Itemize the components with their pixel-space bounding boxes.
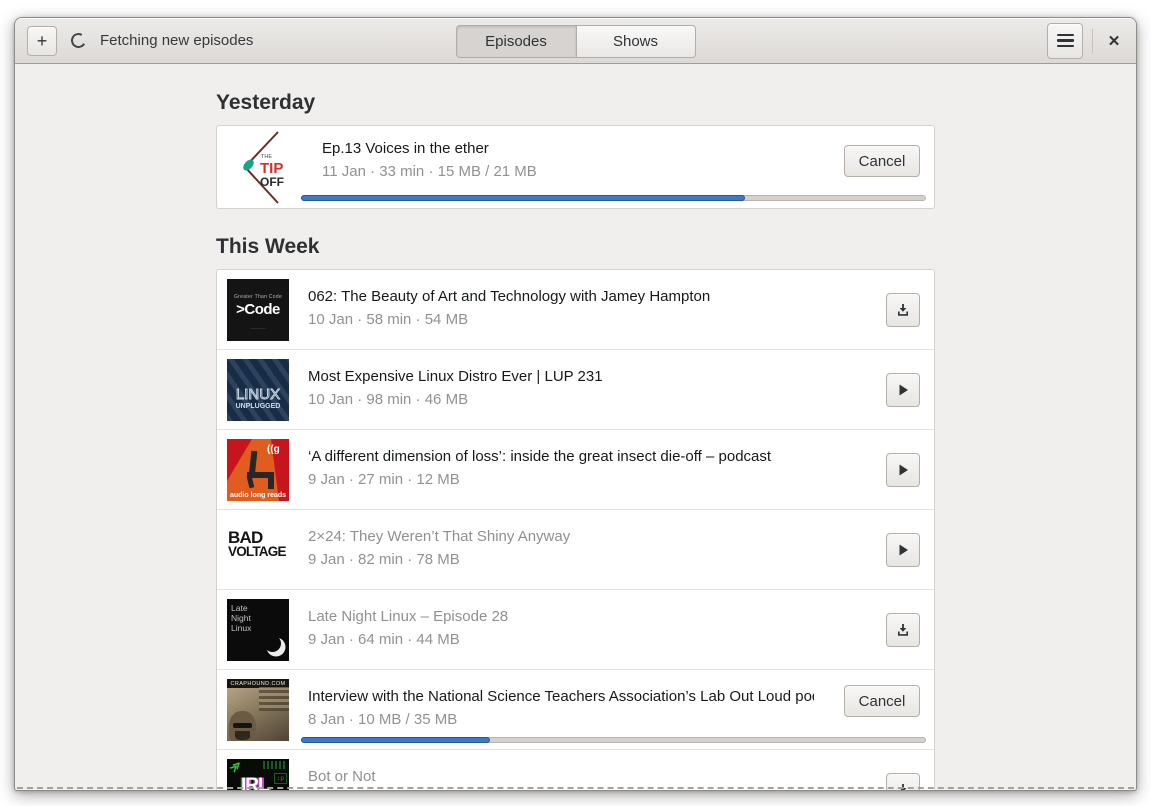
crescent-moon-icon <box>264 635 286 657</box>
download-progress-fill <box>301 195 746 201</box>
svg-text:OFF: OFF <box>260 175 284 189</box>
episode-action <box>886 373 920 407</box>
tab-shows[interactable]: Shows <box>575 25 696 58</box>
cancel-download-button[interactable]: Cancel <box>844 685 920 717</box>
svg-text:UNPLUGGED: UNPLUGGED <box>236 403 281 410</box>
episode-artwork-audio-long-reads: ((g audio long reads <box>227 439 289 501</box>
download-progressbar <box>301 195 926 201</box>
episode-meta: 9 Jan · 82 min · 78 MB <box>308 551 460 568</box>
svg-text:audio long reads: audio long reads <box>230 492 286 499</box>
close-button[interactable]: ✕ <box>1102 29 1126 53</box>
episode-title: ‘A different dimension of loss’: inside … <box>308 448 772 465</box>
svg-text:LINUX: LINUX <box>236 386 280 403</box>
episode-info: 062: The Beauty of Art and Technology wi… <box>308 270 934 349</box>
download-icon <box>898 624 908 636</box>
episode-artwork-linux-unplugged: LINUX UNPLUGGED <box>227 359 289 421</box>
cancel-download-button[interactable]: Cancel <box>844 145 920 177</box>
episode-row[interactable]: LINUX UNPLUGGED Most Expensive Linux Dis… <box>217 350 934 430</box>
episode-artwork-craphound: CRAPHOUND.COM <box>227 679 289 741</box>
header-right-group: ✕ <box>1047 18 1126 63</box>
episode-info: Bot or Not <box>308 750 934 790</box>
download-button[interactable] <box>886 613 920 647</box>
add-podcast-button[interactable]: + <box>27 25 57 56</box>
play-button[interactable] <box>886 373 920 407</box>
episode-title: Interview with the National Science Teac… <box>308 688 814 705</box>
section-heading-yesterday: Yesterday <box>216 91 316 114</box>
episode-meta: 10 Jan · 58 min · 54 MB <box>308 311 469 328</box>
episode-row[interactable]: ((g audio long reads ‘A different dimens… <box>217 430 934 510</box>
tab-episodes[interactable]: Episodes <box>455 25 576 58</box>
menu-button[interactable] <box>1047 22 1083 59</box>
header-bar: + Fetching new episodes Episodes Shows ✕ <box>15 18 1136 64</box>
yesterday-card: THE TIP OFF Ep.13 Voices in the ether 11… <box>216 125 935 209</box>
episode-meta: 9 Jan · 64 min · 44 MB <box>308 631 460 648</box>
episode-row[interactable]: Late Night Linux Late Night Linux – Epis… <box>217 590 934 670</box>
episodes-view: Yesterday THE TIP OFF Ep.13 Voices in th… <box>15 64 1136 790</box>
episode-row[interactable]: BAD VOLTAGE 2×24: They Weren’t That Shin… <box>217 510 934 590</box>
app-window: + Fetching new episodes Episodes Shows ✕… <box>14 17 1137 791</box>
section-heading-this-week: This Week <box>216 235 320 258</box>
episode-info: 2×24: They Weren’t That Shiny Anyway 9 J… <box>308 510 934 589</box>
play-icon <box>899 384 908 396</box>
episode-row[interactable]: CRAPHOUND.COM Interview with the Nationa… <box>217 670 934 750</box>
episode-artwork-bad-voltage: BAD VOLTAGE <box>227 519 289 581</box>
episode-title: 2×24: They Weren’t That Shiny Anyway <box>308 528 571 545</box>
play-icon <box>899 544 908 556</box>
spinner-icon <box>69 31 88 50</box>
audio-long-reads-logo-icon: ((g audio long reads <box>227 439 289 501</box>
episode-row[interactable]: Greater Than Code >Code _______ 062: The… <box>217 270 934 350</box>
status-text: Fetching new episodes <box>100 32 254 49</box>
episode-title: Bot or Not <box>308 768 376 785</box>
episode-action: Cancel <box>844 145 920 177</box>
portrait-icon <box>229 711 256 741</box>
hamburger-icon <box>1056 33 1074 37</box>
episode-row[interactable]: THE TIP OFF Ep.13 Voices in the ether 11… <box>217 126 934 208</box>
download-icon <box>898 304 908 316</box>
episode-title: Ep.13 Voices in the ether <box>322 140 489 157</box>
header-left-group: + Fetching new episodes <box>27 18 253 63</box>
linux-unplugged-logo-icon: LINUX UNPLUGGED <box>235 386 281 410</box>
episode-action <box>886 453 920 487</box>
guardian-logo-icon: ((g <box>267 444 280 455</box>
episode-meta: 11 Jan · 33 min · 15 MB / 21 MB <box>322 163 537 180</box>
download-button[interactable] <box>886 293 920 327</box>
episode-info: ‘A different dimension of loss’: inside … <box>308 430 934 509</box>
this-week-card: Greater Than Code >Code _______ 062: The… <box>216 269 935 790</box>
play-icon <box>899 464 908 476</box>
play-button[interactable] <box>886 533 920 567</box>
episode-action <box>886 613 920 647</box>
view-switcher: Episodes Shows <box>455 25 696 58</box>
resize-dashed-line <box>17 787 1134 789</box>
play-button[interactable] <box>886 453 920 487</box>
episode-artwork-the-tip-off: THE TIP OFF <box>225 128 303 206</box>
episode-title: Late Night Linux – Episode 28 <box>308 608 509 625</box>
episodes-column: Yesterday THE TIP OFF Ep.13 Voices in th… <box>216 91 935 790</box>
episode-meta: 9 Jan · 27 min · 12 MB <box>308 471 460 488</box>
episode-info: Most Expensive Linux Distro Ever | LUP 2… <box>308 350 934 429</box>
episode-info: Late Night Linux – Episode 28 9 Jan · 64… <box>308 590 934 669</box>
episode-artwork-late-night-linux: Late Night Linux <box>227 599 289 661</box>
episode-action <box>886 533 920 567</box>
episode-action: Cancel <box>844 685 920 717</box>
download-progress-fill <box>301 737 490 743</box>
episode-title: 062: The Beauty of Art and Technology wi… <box>308 288 711 305</box>
header-separator <box>1092 28 1093 53</box>
episode-action <box>886 293 920 327</box>
episode-artwork-greater-than-code: Greater Than Code >Code _______ <box>227 279 289 341</box>
episode-title: Most Expensive Linux Distro Ever | LUP 2… <box>308 368 603 385</box>
tip-off-logo-icon: THE TIP OFF <box>243 131 284 204</box>
episode-row[interactable]: ≫ IRL :p Bot or Not <box>217 750 934 790</box>
episode-meta: 10 Jan · 98 min · 46 MB <box>308 391 469 408</box>
download-progressbar <box>301 737 926 743</box>
episode-meta: 8 Jan · 10 MB / 35 MB <box>308 711 458 728</box>
